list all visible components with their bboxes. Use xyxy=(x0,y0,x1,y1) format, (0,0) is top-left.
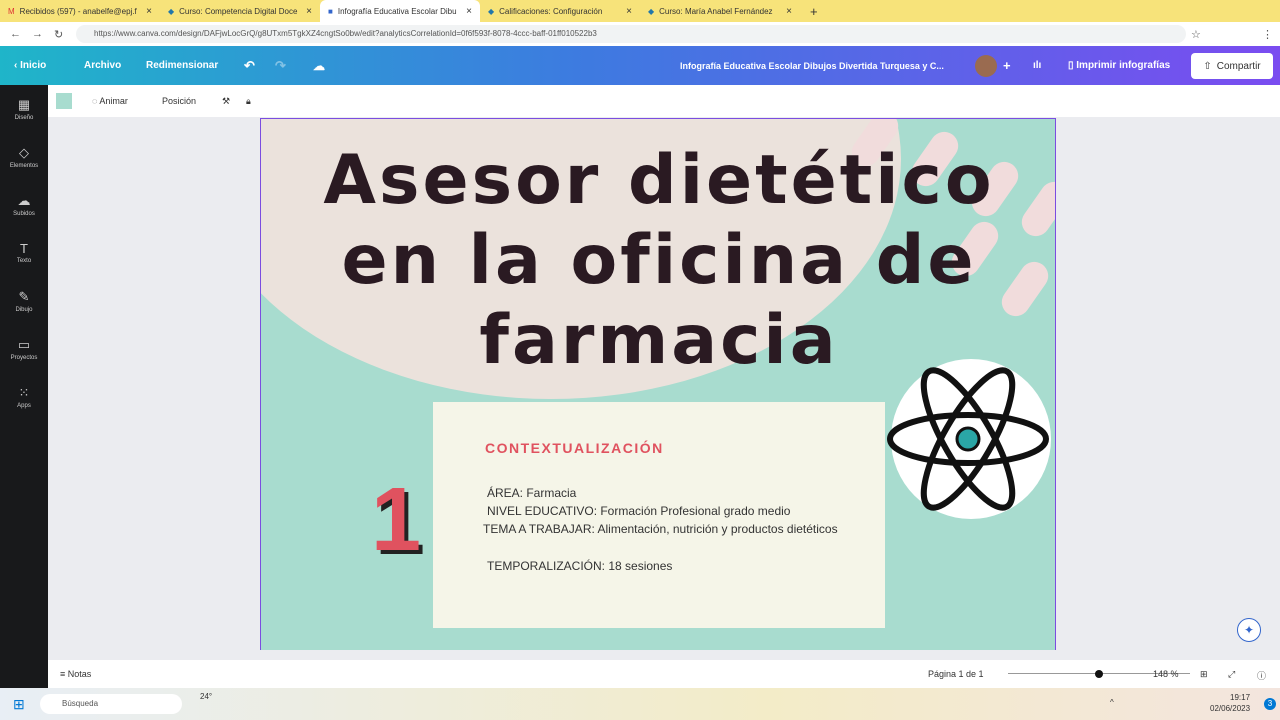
area-text: ÁREA: Farmacia xyxy=(487,486,577,500)
time: 19:17 xyxy=(1230,693,1251,702)
print-button[interactable]: ▯ Imprimir infografías xyxy=(1068,60,1170,71)
design-title[interactable]: Asesor dietético en la oficina de farmacia xyxy=(261,141,1055,381)
document-title[interactable]: Infografía Educativa Escolar Dibujos Div… xyxy=(680,61,944,71)
share-icon: ⇧ xyxy=(1203,60,1212,72)
date: 02/06/2023 xyxy=(1210,704,1251,713)
notification-badge[interactable]: 3 xyxy=(1264,698,1276,710)
upload-icon: ☁ xyxy=(17,193,31,208)
text-icon: T xyxy=(20,241,28,256)
moodle-icon: ◆ xyxy=(488,6,495,16)
url-input[interactable]: https://www.canva.com/design/DAFjwLocGrQ… xyxy=(76,25,1186,43)
shapes-icon: ◇ xyxy=(19,145,29,160)
left-sidebar: ▦ Diseño ◇ Elementos ☁ Subidos T Texto ✎ Dibu… xyxy=(0,85,48,688)
sidebar-item-design[interactable]: ▦ Diseño xyxy=(0,85,48,133)
sidebar-item-apps[interactable]: ⁙ Apps xyxy=(0,373,48,421)
paint-format-icon[interactable]: ⚒ xyxy=(222,96,230,107)
card-heading: CONTEXTUALIZACIÓN xyxy=(485,440,664,456)
gmail-icon: M xyxy=(8,6,15,16)
footer-bar: ≡ Notas Página 1 de 1 148 % ⊞ ⤢ ⓘ xyxy=(48,660,1280,688)
color-swatch[interactable] xyxy=(56,93,72,109)
page-indicator: Página 1 de 1 xyxy=(928,669,984,679)
windows-start-icon[interactable]: ⊞ xyxy=(13,696,25,713)
animate-button[interactable]: ◌ Animar xyxy=(92,96,128,106)
tab-grades[interactable]: ◆ Calificaciones: Configuración × xyxy=(480,0,640,22)
level-text: NIVEL EDUCATIVO: Formación Profesional g… xyxy=(487,504,791,518)
fullscreen-icon[interactable]: ⤢ xyxy=(1228,669,1235,680)
context-card[interactable]: CONTEXTUALIZACIÓN ÁREA: Farmacia NIVEL E… xyxy=(433,402,885,628)
magic-assistant-button[interactable]: ✦ xyxy=(1237,618,1261,642)
timing-text: TEMPORALIZACIÓN: 18 sesiones xyxy=(487,559,673,573)
windows-taskbar: ⊞ Búsqueda 24° ^ 19:17 02/06/2023 3 xyxy=(0,688,1280,720)
redo-icon[interactable]: ↷ xyxy=(275,58,286,74)
star-icon[interactable]: ☆ xyxy=(1191,28,1201,41)
add-collaborator-icon[interactable]: + xyxy=(1003,58,1011,73)
design-canvas[interactable]: Asesor dietético en la oficina de farmacia… xyxy=(260,118,1056,650)
help-icon[interactable]: ⓘ xyxy=(1257,669,1266,682)
resize-button[interactable]: Redimensionar xyxy=(146,60,218,71)
back-icon[interactable]: ← xyxy=(10,28,21,40)
layout-icon: ▦ xyxy=(17,97,31,112)
new-tab-button[interactable]: + xyxy=(810,4,818,19)
position-button[interactable]: Posición xyxy=(162,96,196,106)
zoom-level[interactable]: 148 % xyxy=(1153,669,1179,679)
avatar[interactable] xyxy=(975,55,997,77)
sidebar-item-uploads[interactable]: ☁ Subidos xyxy=(0,181,48,229)
lock-icon[interactable]: 🔒︎ xyxy=(246,96,251,107)
close-icon[interactable]: × xyxy=(306,6,312,17)
canva-header: ‹ Inicio Archivo Redimensionar ↶ ↷ ☁ Inf… xyxy=(0,46,1280,85)
menu-icon[interactable]: ⋮ xyxy=(1262,28,1273,41)
zoom-slider-handle[interactable] xyxy=(1095,670,1103,678)
tab-canva[interactable]: ■ Infografía Educativa Escolar Dibu × xyxy=(320,0,480,22)
sidebar-item-text[interactable]: T Texto xyxy=(0,229,48,277)
topic-text: TEMA A TRABAJAR: Alimentación, nutrición… xyxy=(483,522,838,536)
notes-button[interactable]: ≡ Notas xyxy=(60,669,91,679)
reload-icon[interactable]: ↻ xyxy=(54,28,63,41)
analytics-icon[interactable]: ılı xyxy=(1033,60,1041,71)
tab-course[interactable]: ◆ Curso: Competencia Digital Doce × xyxy=(160,0,320,22)
file-menu[interactable]: Archivo xyxy=(84,60,121,71)
home-button[interactable]: ‹ Inicio xyxy=(14,60,46,71)
atom-icon[interactable] xyxy=(886,351,1056,526)
tab-course-2[interactable]: ◆ Curso: María Anabel Fernández × xyxy=(640,0,800,22)
taskbar-search[interactable]: Búsqueda xyxy=(40,694,182,714)
weather-temp[interactable]: 24° xyxy=(200,692,212,701)
folder-icon: ▭ xyxy=(17,337,31,352)
share-button[interactable]: ⇧ Compartir xyxy=(1191,53,1273,79)
sidebar-item-elements[interactable]: ◇ Elementos xyxy=(0,133,48,181)
sidebar-item-draw[interactable]: ✎ Dibujo xyxy=(0,277,48,325)
cloud-icon: ☁ xyxy=(313,58,325,73)
canva-icon: ■ xyxy=(328,6,333,16)
chevron-up-icon[interactable]: ^ xyxy=(1110,698,1114,707)
address-bar: ← → ↻ https://www.canva.com/design/DAFjw… xyxy=(0,22,1280,46)
sidebar-item-projects[interactable]: ▭ Proyectos xyxy=(0,325,48,373)
step-number[interactable]: 1 xyxy=(371,469,421,572)
apps-icon: ⁙ xyxy=(18,385,30,400)
browser-tab-strip: M Recibidos (597) - anabelfe@epj.f × ◆ Curs… xyxy=(0,0,1280,22)
context-toolbar: ◌ Animar Posición ⚒ 🔒︎ xyxy=(48,85,1280,117)
pen-icon: ✎ xyxy=(18,289,30,304)
tab-gmail[interactable]: M Recibidos (597) - anabelfe@epj.f × xyxy=(0,0,160,22)
undo-icon[interactable]: ↶ xyxy=(244,58,255,74)
close-icon[interactable]: × xyxy=(786,6,792,17)
close-icon[interactable]: × xyxy=(146,6,152,17)
forward-icon[interactable]: → xyxy=(32,28,43,40)
moodle-icon: ◆ xyxy=(168,6,175,16)
moodle-icon: ◆ xyxy=(648,6,655,16)
close-icon[interactable]: × xyxy=(466,6,472,17)
grid-view-icon[interactable]: ⊞ xyxy=(1200,669,1208,680)
close-icon[interactable]: × xyxy=(626,6,632,17)
